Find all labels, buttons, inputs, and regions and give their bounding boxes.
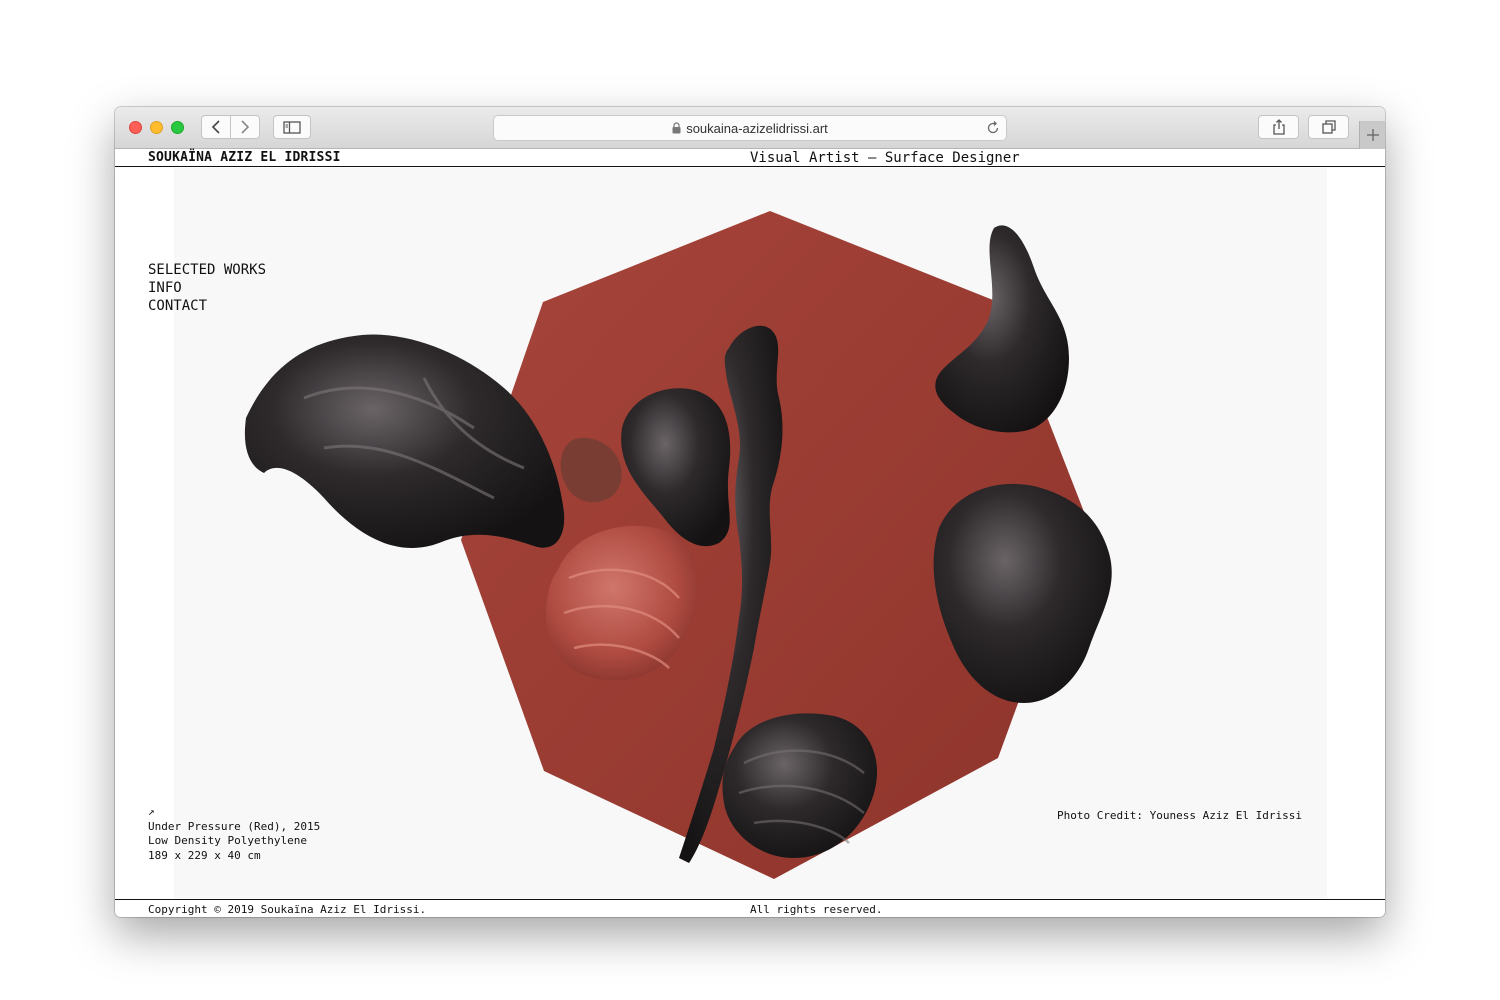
sidebar-button[interactable] <box>273 115 311 139</box>
site-name-link[interactable]: SOUKAÏNA AZIZ EL IDRISSI <box>148 150 341 165</box>
rights-text: All rights reserved. <box>750 903 883 916</box>
artwork-caption: ↗ Under Pressure (Red), 2015 Low Density… <box>148 805 320 863</box>
site-footer: Copyright © 2019 Soukaïna Aziz El Idriss… <box>115 899 1385 917</box>
nav-item-selected-works[interactable]: SELECTED WORKS <box>148 261 266 279</box>
nav-item-contact[interactable]: CONTACT <box>148 297 266 315</box>
tabs-icon <box>1321 120 1336 134</box>
photo-credit: Photo Credit: Youness Aziz El Idrissi <box>1056 809 1302 822</box>
artwork-title: Under Pressure (Red), 2015 <box>148 819 321 833</box>
new-tab-icon <box>1366 129 1379 141</box>
zoom-window-button[interactable] <box>171 121 184 134</box>
tabs-overview-button[interactable] <box>1308 115 1349 139</box>
browser-window: soukaina-azizelidrissi.art SOUKAÏNA AZIZ… <box>115 107 1385 917</box>
sculpture-drape-left <box>244 334 565 548</box>
address-bar[interactable]: soukaina-azizelidrissi.art <box>493 115 1007 141</box>
artwork-dimensions: 189 x 229 x 40 cm <box>148 848 261 862</box>
url-text: soukaina-azizelidrissi.art <box>686 120 828 136</box>
share-button[interactable] <box>1258 115 1299 139</box>
new-tab-button[interactable] <box>1359 121 1385 149</box>
web-page: SOUKAÏNA AZIZ EL IDRISSI Visual Artist —… <box>115 149 1385 917</box>
main-navigation: SELECTED WORKS INFO CONTACT <box>148 261 266 315</box>
minimize-window-button[interactable] <box>150 121 163 134</box>
artwork-photo <box>174 168 1327 898</box>
forward-icon <box>241 120 250 134</box>
lock-icon <box>672 122 681 134</box>
expand-arrow-icon[interactable]: ↗ <box>148 805 320 820</box>
back-button[interactable] <box>201 115 231 139</box>
artwork-image <box>244 211 1112 879</box>
browser-toolbar: soukaina-azizelidrissi.art <box>115 107 1385 149</box>
forward-button[interactable] <box>230 115 260 139</box>
sidebar-icon <box>283 120 301 134</box>
site-header: SOUKAÏNA AZIZ EL IDRISSI Visual Artist —… <box>115 149 1385 167</box>
artwork-material: Low Density Polyethylene <box>148 834 307 847</box>
site-tagline: Visual Artist — Surface Designer <box>750 150 1020 166</box>
close-window-button[interactable] <box>129 121 142 134</box>
back-icon <box>211 120 220 134</box>
copyright-text: Copyright © 2019 Soukaïna Aziz El Idriss… <box>148 903 427 916</box>
reload-icon[interactable] <box>986 120 1000 138</box>
nav-item-info[interactable]: INFO <box>148 279 266 297</box>
share-icon <box>1272 119 1285 135</box>
